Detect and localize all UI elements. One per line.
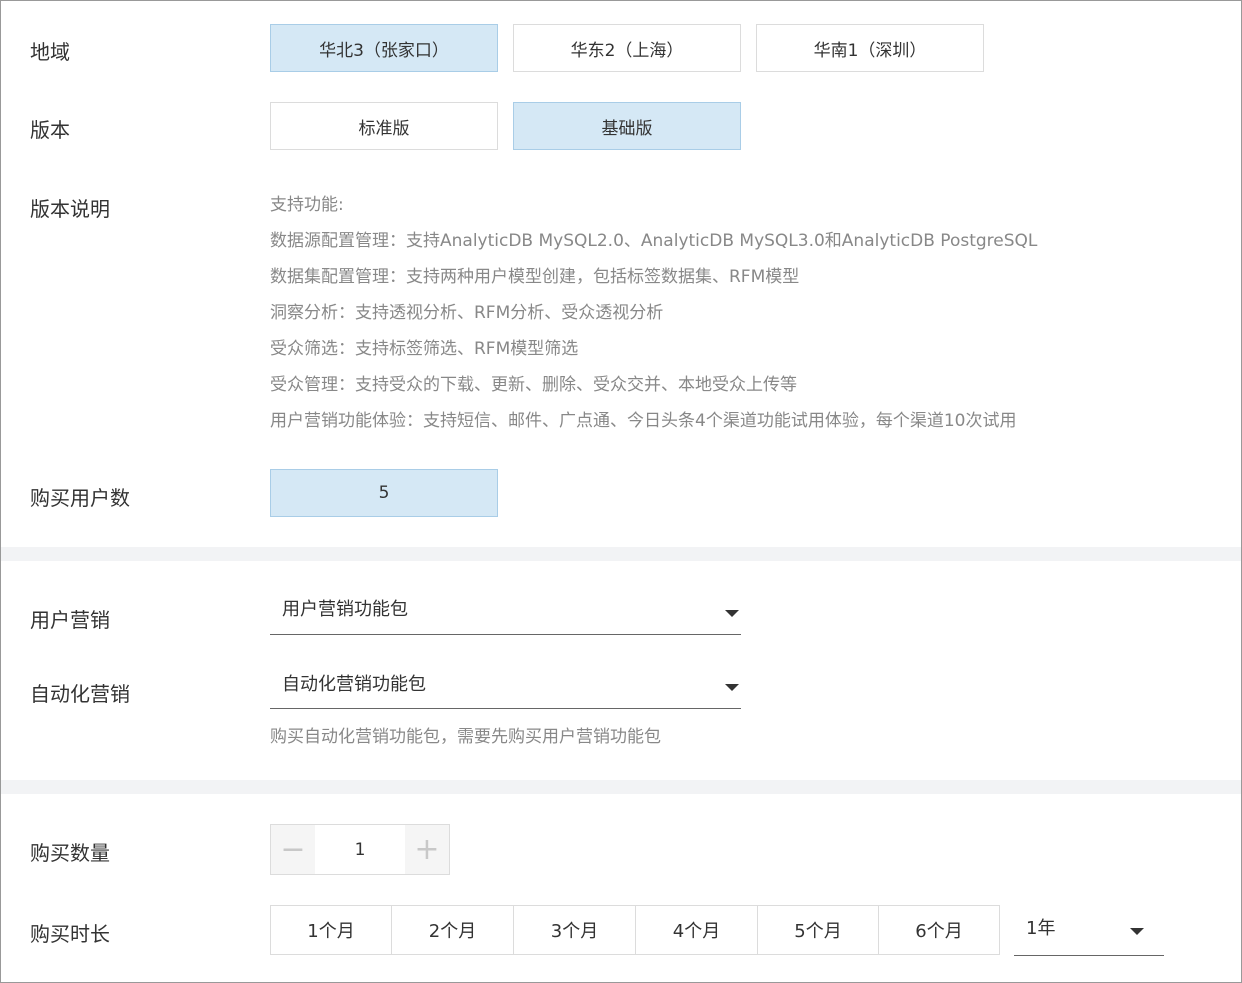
edition-desc-label: 版本说明	[30, 197, 110, 221]
duration-option-5m[interactable]: 5个月	[757, 905, 879, 955]
desc-line: 洞察分析：支持透视分析、RFM分析、受众透视分析	[270, 303, 664, 323]
caret-down-icon	[725, 610, 739, 617]
desc-line: 受众筛选：支持标签筛选、RFM模型筛选	[270, 339, 579, 359]
region-option-shenzhen[interactable]: 华南1（深圳）	[756, 24, 984, 72]
user-marketing-select-value: 用户营销功能包	[282, 599, 408, 620]
auto-marketing-label: 自动化营销	[30, 682, 130, 706]
caret-down-icon	[725, 684, 739, 691]
edition-label: 版本	[30, 118, 70, 142]
auto-marketing-select-value: 自动化营销功能包	[282, 674, 426, 695]
users-label: 购买用户数	[30, 486, 130, 510]
duration-select[interactable]: 1年	[1014, 916, 1164, 956]
user-marketing-select[interactable]: 用户营销功能包	[270, 598, 741, 635]
user-marketing-label: 用户营销	[30, 608, 110, 632]
section-divider	[1, 547, 1241, 561]
duration-option-1m[interactable]: 1个月	[270, 905, 392, 955]
duration-option-4m[interactable]: 4个月	[635, 905, 758, 955]
edition-option-basic[interactable]: 基础版	[513, 102, 741, 150]
region-option-shanghai[interactable]: 华东2（上海）	[513, 24, 741, 72]
quantity-label: 购买数量	[30, 841, 110, 865]
desc-line: 数据源配置管理：支持AnalyticDB MySQL2.0、AnalyticDB…	[270, 231, 1038, 251]
duration-option-2m[interactable]: 2个月	[391, 905, 514, 955]
users-count-option[interactable]: 5	[270, 469, 498, 517]
minus-button[interactable]: −	[271, 825, 315, 874]
duration-option-6m[interactable]: 6个月	[878, 905, 1000, 955]
desc-line: 数据集配置管理：支持两种用户模型创建，包括标签数据集、RFM模型	[270, 267, 800, 287]
desc-line: 支持功能:	[270, 195, 344, 215]
region-option-zhangjiakou[interactable]: 华北3（张家口）	[270, 24, 498, 72]
auto-marketing-hint: 购买自动化营销功能包，需要先购买用户营销功能包	[270, 727, 661, 747]
caret-down-icon	[1130, 928, 1144, 935]
auto-marketing-select[interactable]: 自动化营销功能包	[270, 673, 741, 709]
duration-select-value: 1年	[1026, 918, 1056, 939]
desc-line: 用户营销功能体验：支持短信、邮件、广点通、今日头条4个渠道功能试用体验，每个渠道…	[270, 411, 1017, 431]
section-divider	[1, 780, 1241, 794]
duration-label: 购买时长	[30, 922, 110, 946]
duration-option-3m[interactable]: 3个月	[513, 905, 636, 955]
desc-line: 受众管理：支持受众的下载、更新、删除、受众交并、本地受众上传等	[270, 375, 797, 395]
edition-option-standard[interactable]: 标准版	[270, 102, 498, 150]
quantity-value[interactable]: 1	[315, 825, 405, 874]
quantity-stepper: − 1 +	[270, 824, 450, 875]
region-label: 地域	[30, 40, 70, 64]
plus-button[interactable]: +	[405, 825, 449, 874]
